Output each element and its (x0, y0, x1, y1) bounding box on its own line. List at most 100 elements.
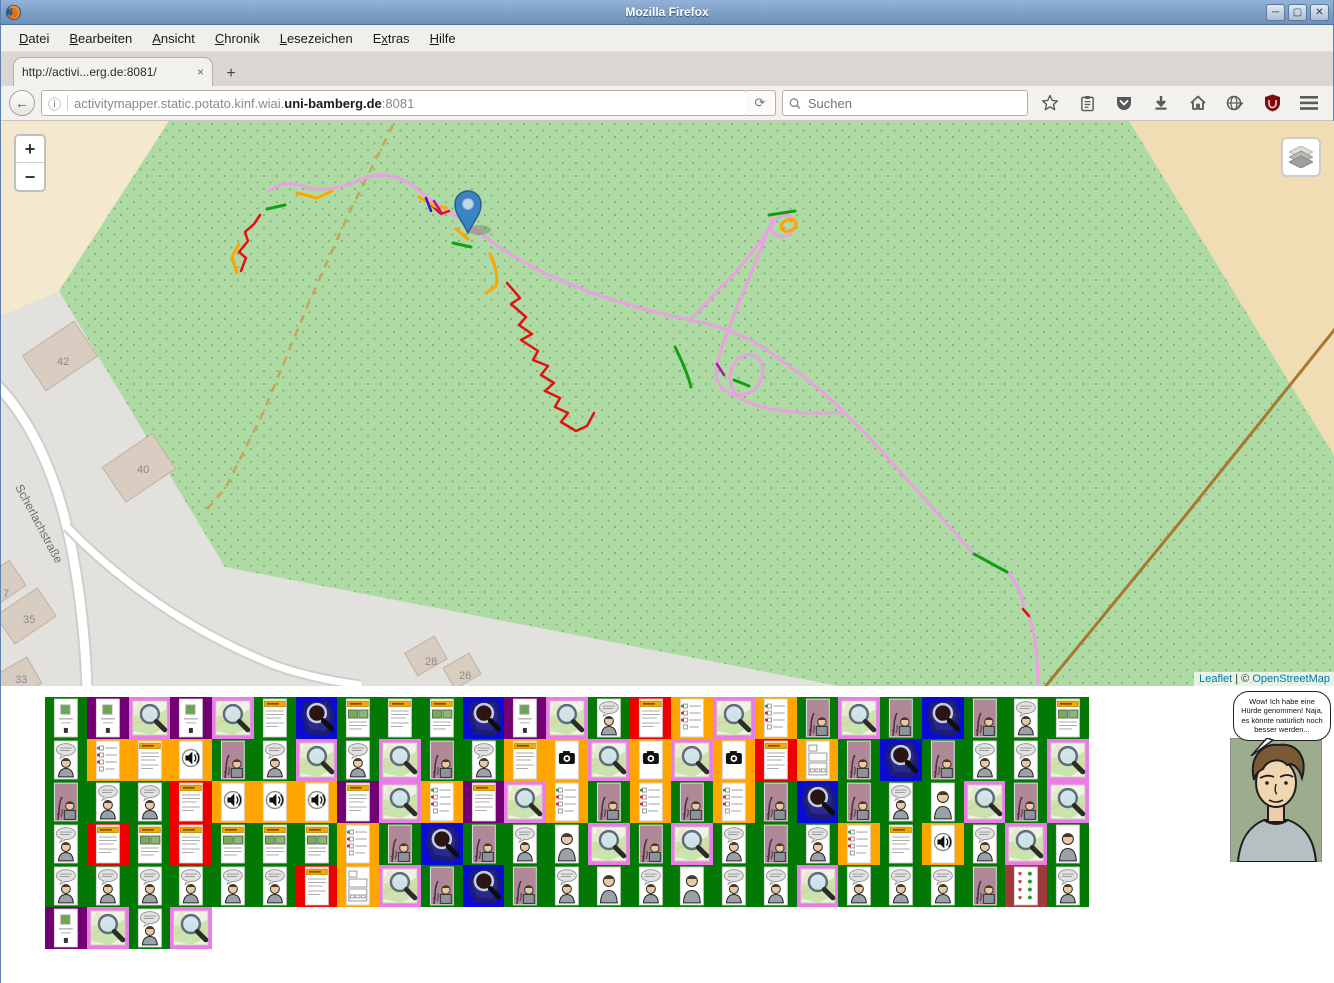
activity-tile-map-magnifier[interactable] (964, 781, 1006, 823)
activity-tile-map-magnifier[interactable] (588, 739, 630, 781)
activity-tile-person-chat[interactable] (838, 865, 880, 907)
search-input[interactable] (806, 95, 1021, 112)
activity-tile-map-magnifier[interactable] (379, 781, 421, 823)
activity-tile-person-chat[interactable] (87, 781, 129, 823)
activity-tile-person-chat[interactable] (129, 907, 171, 949)
activity-tile-person-chat[interactable] (964, 823, 1006, 865)
activity-tile-map-magnifier[interactable] (379, 739, 421, 781)
activity-tile-person-portrait[interactable] (546, 823, 588, 865)
activity-tile-doc-with-photos[interactable] (337, 697, 379, 739)
activity-tile-person-photo[interactable] (755, 823, 797, 865)
activity-tile-doc-orange-header[interactable] (296, 865, 338, 907)
activity-tile-map-magnifier-dark[interactable] (880, 739, 922, 781)
menu-bearbeiten[interactable]: Bearbeiten (59, 28, 142, 49)
activity-tile-person-chat[interactable] (254, 865, 296, 907)
activity-tile-person-photo[interactable] (964, 697, 1006, 739)
activity-tile-person-chat[interactable] (630, 865, 672, 907)
activity-tile-doc-orange-header[interactable] (337, 781, 379, 823)
ublock-origin-icon[interactable] (1262, 93, 1282, 113)
activity-tile-map-magnifier[interactable] (1047, 781, 1089, 823)
tab-activitymapper[interactable]: http://activi...erg.de:8081/ × (13, 57, 213, 86)
url-bar[interactable]: ⓘ activitymapper.static.potato.kinf.wiai… (41, 90, 746, 116)
activity-tile-map-magnifier[interactable] (504, 781, 546, 823)
activity-tile-person-chat[interactable] (755, 865, 797, 907)
activity-tile-person-photo[interactable] (1005, 781, 1047, 823)
activity-tile-doc-with-photos[interactable] (421, 697, 463, 739)
activity-tile-doc-orange-header[interactable] (880, 823, 922, 865)
activity-tile-person-chat[interactable] (170, 865, 212, 907)
activity-tile-person-chat[interactable] (129, 865, 171, 907)
activity-tile-map-magnifier-dark[interactable] (421, 823, 463, 865)
menu-ansicht[interactable]: Ansicht (142, 28, 205, 49)
zoom-out-button[interactable]: − (16, 163, 44, 190)
menu-hilfe[interactable]: Hilfe (420, 28, 466, 49)
activity-tile-doc-with-photos[interactable] (254, 823, 296, 865)
activity-tile-checklist[interactable] (87, 739, 129, 781)
activity-tile-person-chat[interactable] (1005, 739, 1047, 781)
menu-chronik[interactable]: Chronik (205, 28, 270, 49)
activity-tile-phone-screenshot[interactable] (87, 697, 129, 739)
activity-tile-checklist[interactable] (546, 781, 588, 823)
activity-tile-map-magnifier[interactable] (797, 865, 839, 907)
activity-tile-person-portrait[interactable] (922, 781, 964, 823)
activity-tile-checklist[interactable] (421, 781, 463, 823)
activity-tile-doc-with-photos[interactable] (129, 823, 171, 865)
activity-tile-person-chat[interactable] (588, 697, 630, 739)
menu-datei[interactable]: Datei (9, 28, 59, 49)
activity-tile-person-photo[interactable] (504, 865, 546, 907)
activity-tile-audio-speaker[interactable] (212, 781, 254, 823)
activity-tile-doc-with-photos[interactable] (296, 823, 338, 865)
activity-tile-checklist[interactable] (755, 697, 797, 739)
activity-tile-audio-speaker[interactable] (170, 739, 212, 781)
activity-tile-person-chat[interactable] (1047, 865, 1089, 907)
forecastfox-globe-icon[interactable] (1225, 93, 1245, 113)
activity-tile-doc-with-photos[interactable] (1047, 697, 1089, 739)
activity-tile-person-photo[interactable] (630, 823, 672, 865)
tab-close-icon[interactable]: × (197, 65, 204, 79)
activity-tile-map-magnifier[interactable] (212, 697, 254, 739)
activity-tile-map-magnifier[interactable] (1047, 739, 1089, 781)
activity-tile-person-photo[interactable] (421, 739, 463, 781)
activity-tile-person-photo[interactable] (671, 781, 713, 823)
activity-tile-phone-screenshot[interactable] (504, 697, 546, 739)
activity-tile-person-chat[interactable] (254, 739, 296, 781)
activity-tile-map-magnifier-dark[interactable] (922, 697, 964, 739)
activity-tile-person-chat[interactable] (129, 781, 171, 823)
activity-tile-person-photo[interactable] (421, 865, 463, 907)
activity-tile-doc-orange-header[interactable] (630, 697, 672, 739)
activity-tile-map-magnifier[interactable] (588, 823, 630, 865)
activity-tile-phone-screenshot[interactable] (45, 907, 87, 949)
activity-tile-person-photo[interactable] (880, 697, 922, 739)
home-icon[interactable] (1188, 93, 1208, 113)
activity-tile-ratings-list[interactable]: ♥♥♥♥ (1005, 865, 1047, 907)
activity-tile-person-photo[interactable] (45, 781, 87, 823)
leaflet-map[interactable]: 42 40 7 35 33 28 26 Scherlachstraße (1, 121, 1334, 686)
activity-tile-person-photo[interactable] (755, 781, 797, 823)
activity-tile-checklist[interactable] (337, 823, 379, 865)
activity-tile-person-portrait[interactable] (1047, 823, 1089, 865)
activity-tile-form[interactable] (337, 865, 379, 907)
activity-tile-person-chat[interactable] (1005, 697, 1047, 739)
activity-tile-person-chat[interactable] (964, 739, 1006, 781)
activity-tile-person-chat[interactable] (45, 865, 87, 907)
activity-tile-camera[interactable] (546, 739, 588, 781)
openstreetmap-link[interactable]: OpenStreetMap (1252, 673, 1330, 685)
activity-tile-map-magnifier[interactable] (1005, 823, 1047, 865)
close-button[interactable]: ✕ (1310, 4, 1329, 21)
activity-tile-person-photo[interactable] (797, 697, 839, 739)
activity-tile-map-magnifier-dark[interactable] (296, 697, 338, 739)
activity-tile-map-magnifier-dark[interactable] (463, 865, 505, 907)
activity-tile-person-photo[interactable] (922, 739, 964, 781)
activity-tile-doc-orange-header[interactable] (254, 697, 296, 739)
search-box[interactable] (782, 90, 1028, 116)
activity-tile-person-chat[interactable] (713, 865, 755, 907)
activity-tile-map-magnifier[interactable] (671, 739, 713, 781)
activity-tile-person-photo[interactable] (588, 781, 630, 823)
activity-tile-person-chat[interactable] (546, 865, 588, 907)
activity-tile-map-magnifier-dark[interactable] (797, 781, 839, 823)
activity-tile-person-photo[interactable] (463, 823, 505, 865)
activity-tile-doc-with-photos[interactable] (212, 823, 254, 865)
activity-tile-person-photo[interactable] (964, 865, 1006, 907)
activity-tile-phone-screenshot[interactable] (45, 697, 87, 739)
reload-button[interactable]: ⟳ (745, 90, 776, 116)
